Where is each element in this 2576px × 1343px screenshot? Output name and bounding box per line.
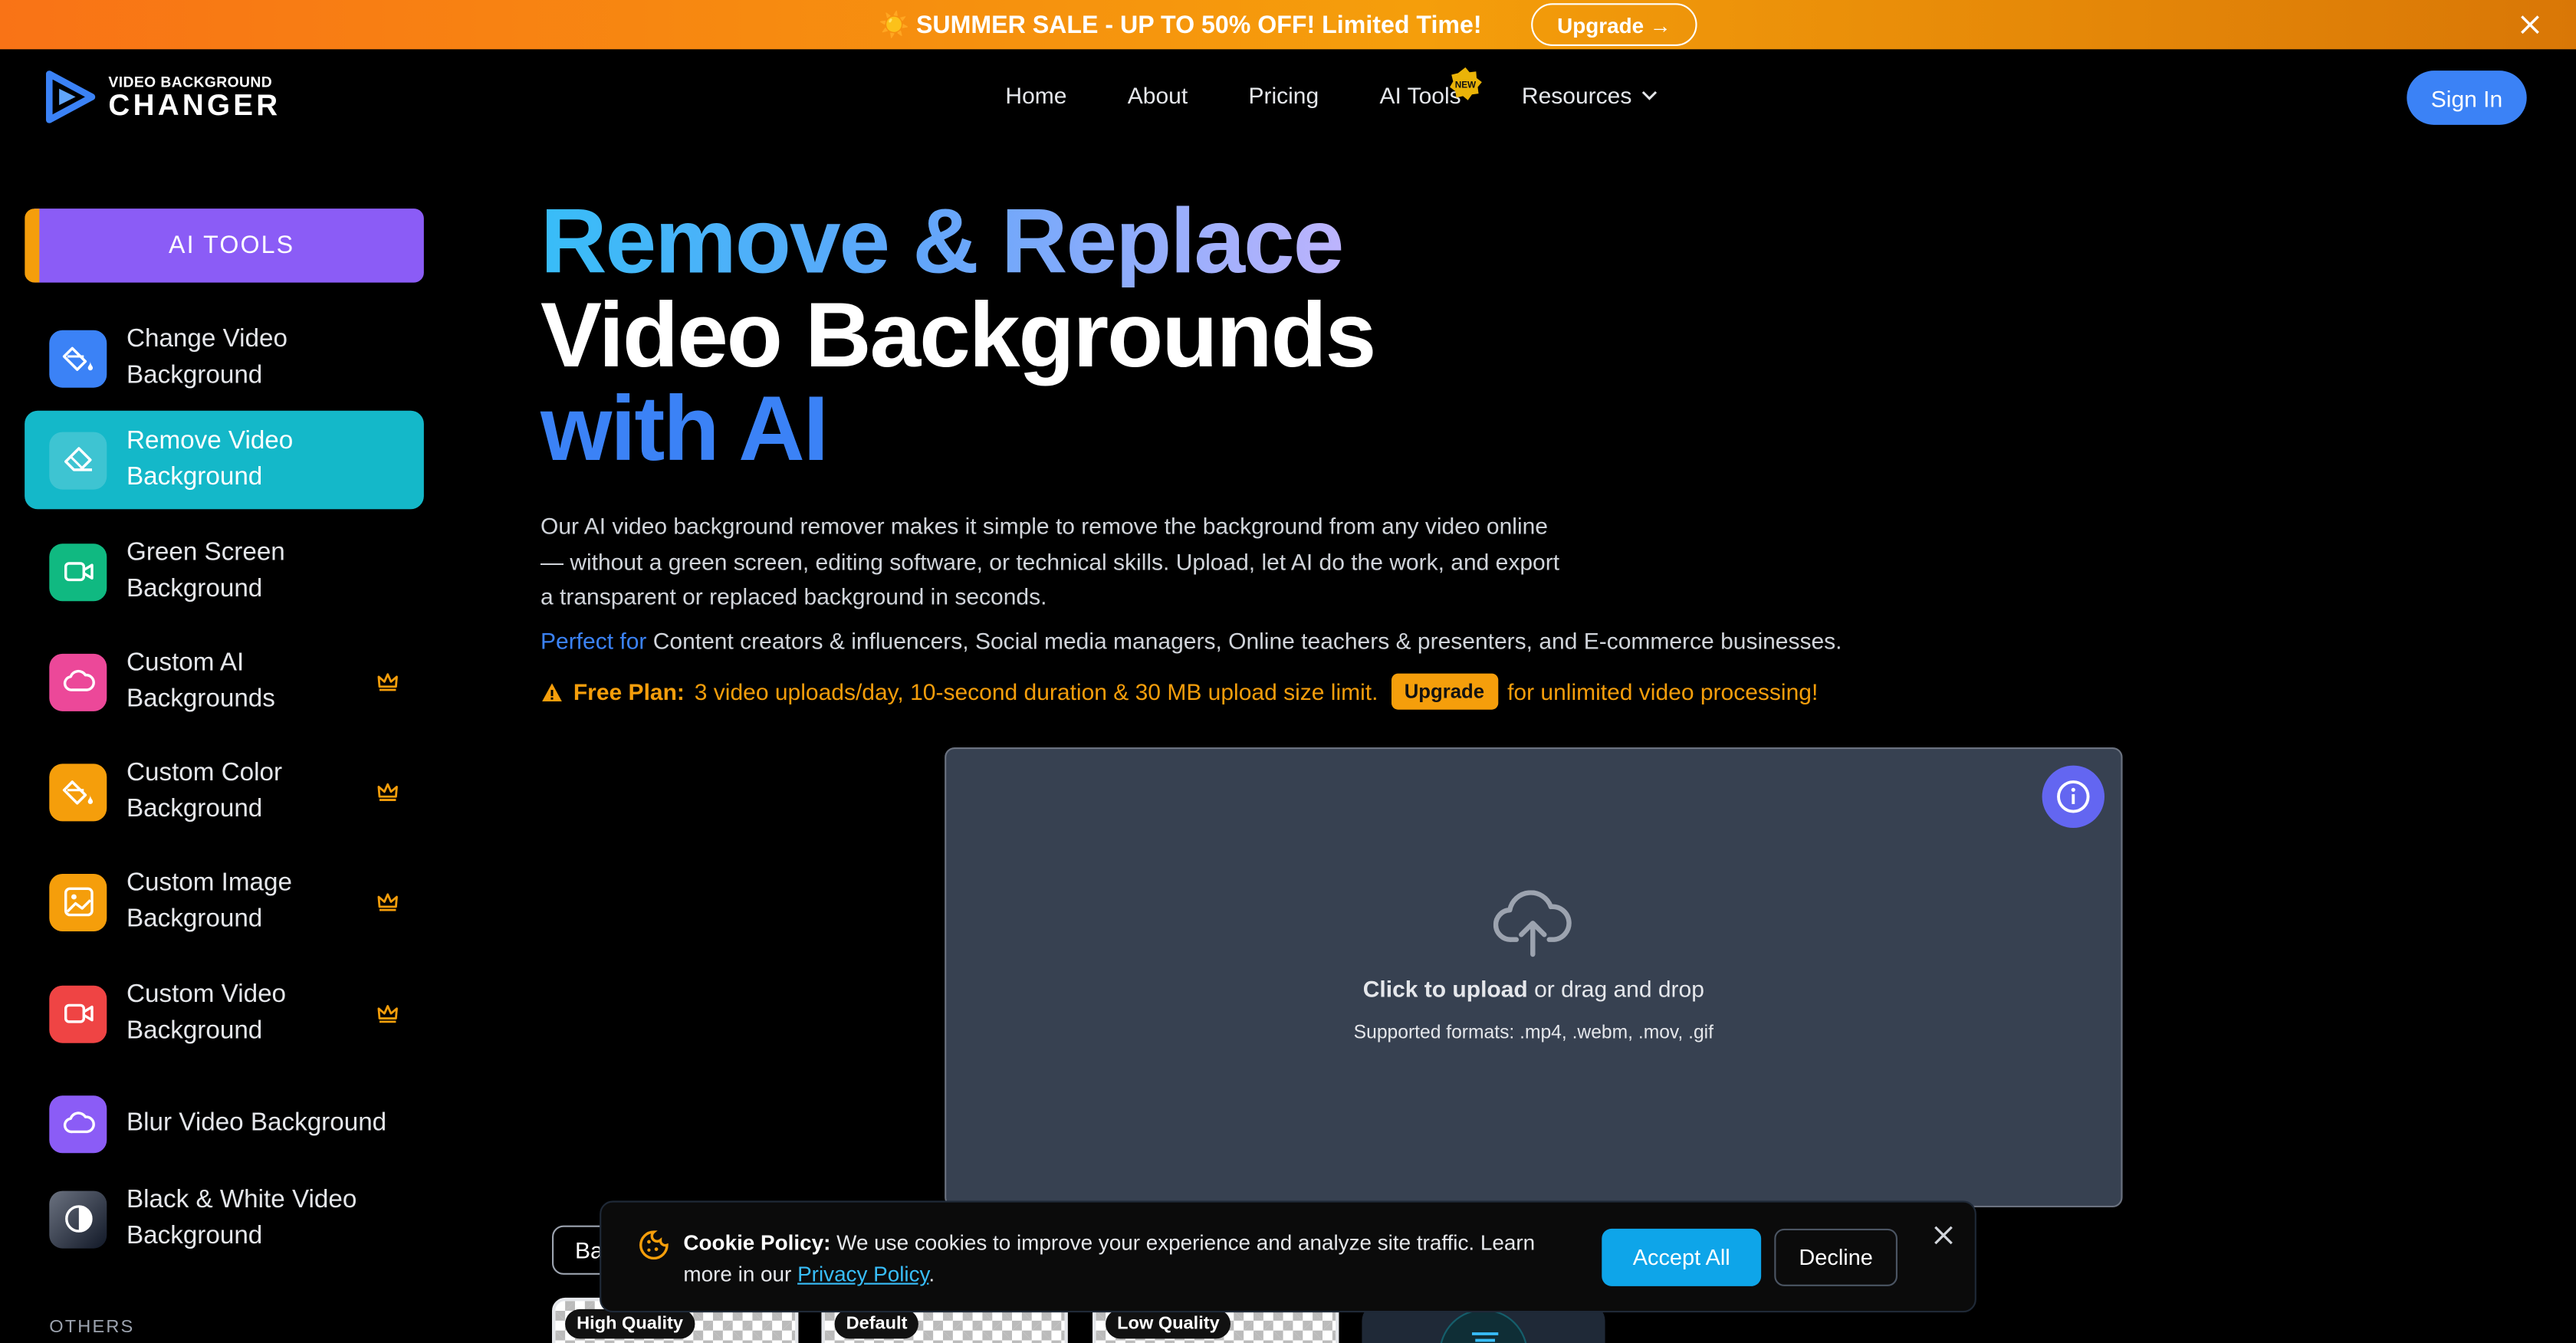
- contrast-icon: [49, 1190, 107, 1248]
- nav-ai-tools[interactable]: AI Tools NEW: [1379, 67, 1483, 108]
- new-badge-text: NEW: [1455, 80, 1477, 90]
- sidebar-item-label: Custom Image Background: [127, 868, 292, 934]
- free-plan-tail: for unlimited video processing!: [1507, 678, 1819, 705]
- video-camera-icon: [49, 543, 107, 601]
- warning-icon: [542, 682, 562, 701]
- upload-instructions: Click to upload or drag and drop: [945, 976, 2122, 1002]
- sidebar-item[interactable]: Change Video Background: [25, 309, 424, 408]
- title-line-3: with AI: [540, 376, 829, 480]
- close-icon[interactable]: [2517, 11, 2543, 38]
- video-camera-icon: [49, 984, 107, 1043]
- sidebar-item-label: Custom AI Backgrounds: [127, 648, 275, 713]
- perfect-for-label: Perfect for: [540, 627, 647, 654]
- quality-label-high: High Quality: [565, 1309, 695, 1339]
- sidebar-item[interactable]: Black & White Video Background: [25, 1170, 424, 1269]
- crown-icon: [377, 893, 398, 911]
- logo-bottom-text: CHANGER: [108, 88, 281, 122]
- eraser-icon: [49, 431, 107, 489]
- sidebar-item-label: Remove Video Background: [127, 426, 294, 491]
- accept-cookies-button[interactable]: Accept All: [1602, 1228, 1762, 1286]
- sidebar-item-label: Change Video Background: [127, 324, 288, 389]
- perfect-for-list: Content creators & influencers, Social m…: [652, 627, 1842, 654]
- logo-top-text: VIDEO BACKGROUND: [108, 74, 273, 90]
- free-plan-notice: Free Plan: 3 video uploads/day, 10-secon…: [540, 673, 1819, 710]
- cookie-title: Cookie Policy:: [683, 1230, 831, 1256]
- supported-formats: Supported formats: .mp4, .webm, .mov, .g…: [1353, 1023, 1714, 1043]
- sidebar: AI TOOLS: [25, 209, 424, 283]
- info-icon: [2057, 780, 2090, 813]
- cloud-icon: [49, 1095, 107, 1153]
- cookie-icon: [639, 1230, 669, 1260]
- nav-about[interactable]: About: [1128, 82, 1188, 108]
- image-icon: [49, 872, 107, 931]
- click-to-upload[interactable]: Click to upload: [1363, 976, 1528, 1002]
- free-plan-label: Free Plan:: [573, 678, 685, 705]
- free-plan-text: 3 video uploads/day, 10-second duration …: [694, 678, 1378, 705]
- sidebar-item-label: Custom Color Background: [127, 757, 283, 823]
- paint-bucket-icon: [49, 763, 107, 821]
- upload-cloud-icon: [1493, 890, 1572, 957]
- cookie-message: Cookie Policy: We use cookies to improve…: [683, 1227, 1554, 1289]
- play-logo-icon: [46, 71, 96, 123]
- info-button[interactable]: [2042, 765, 2104, 828]
- sidebar-header-ai-tools: AI TOOLS: [25, 209, 424, 283]
- title-line-2: Video Backgrounds: [540, 282, 1376, 386]
- drag-and-drop-text: or drag and drop: [1534, 975, 1704, 1003]
- sidebar-item[interactable]: Remove Video Background: [25, 410, 424, 510]
- privacy-policy-link[interactable]: Privacy Policy: [797, 1262, 928, 1286]
- page-title: Remove & Replace Video Backgrounds with …: [540, 194, 1376, 480]
- close-icon[interactable]: [1932, 1223, 1955, 1246]
- crown-icon: [377, 1005, 398, 1023]
- sidebar-item[interactable]: Custom AI Backgrounds: [25, 632, 424, 731]
- sidebar-item-label: Black & White Video Background: [127, 1185, 357, 1250]
- sidebar-item[interactable]: Blur Video Background: [25, 1074, 424, 1173]
- nav-pricing[interactable]: Pricing: [1248, 82, 1319, 108]
- sidebar-item[interactable]: Green Screen Background: [25, 522, 424, 621]
- cookie-period: .: [928, 1261, 935, 1286]
- sidebar-item-label: Blur Video Background: [127, 1108, 387, 1137]
- new-badge-icon: NEW: [1450, 67, 1483, 100]
- decline-cookies-button[interactable]: Decline: [1774, 1228, 1898, 1286]
- text-align-icon: [1439, 1309, 1528, 1343]
- sidebar-item[interactable]: Custom Video Background: [25, 964, 424, 1063]
- nav-resources-label: Resources: [1521, 82, 1632, 109]
- chevron-down-icon: [1642, 90, 1658, 100]
- paint-bucket-icon: [49, 329, 107, 387]
- upgrade-button[interactable]: Upgrade: [1391, 673, 1498, 710]
- quality-label-default: Default: [834, 1309, 919, 1339]
- logo[interactable]: VIDEO BACKGROUND CHANGER: [46, 71, 281, 123]
- perfect-for-text: Perfect for Content creators & influence…: [540, 628, 1842, 654]
- promo-text: ☀️ SUMMER SALE - UP TO 50% OFF! Limited …: [878, 11, 1482, 40]
- sidebar-item[interactable]: Custom Image Background: [25, 852, 424, 951]
- hero-description: Our AI video background remover makes it…: [540, 512, 1560, 609]
- sidebar-item[interactable]: Custom Color Background: [25, 743, 424, 842]
- page: ☀️ SUMMER SALE - UP TO 50% OFF! Limited …: [0, 0, 2576, 1343]
- cookie-banner: Cookie Policy: We use cookies to improve…: [600, 1200, 1976, 1313]
- sign-in-button[interactable]: Sign In: [2407, 71, 2527, 125]
- sidebar-item-label: Custom Video Background: [127, 980, 287, 1045]
- sidebar-item-label: Green Screen Background: [127, 537, 285, 603]
- main-nav: Home About Pricing AI Tools NEW Resource…: [1005, 67, 1658, 108]
- nav-resources[interactable]: Resources: [1522, 82, 1658, 108]
- crown-icon: [377, 783, 398, 801]
- cloud-icon: [49, 652, 107, 711]
- promo-banner: ☀️ SUMMER SALE - UP TO 50% OFF! Limited …: [0, 0, 2576, 50]
- quality-label-low: Low Quality: [1106, 1309, 1231, 1339]
- crown-icon: [377, 673, 398, 691]
- nav-home[interactable]: Home: [1005, 82, 1066, 108]
- promo-upgrade-button[interactable]: Upgrade →: [1530, 3, 1698, 47]
- sidebar-section-others: OTHERS: [49, 1317, 135, 1338]
- title-line-1: Remove & Replace: [540, 194, 1375, 287]
